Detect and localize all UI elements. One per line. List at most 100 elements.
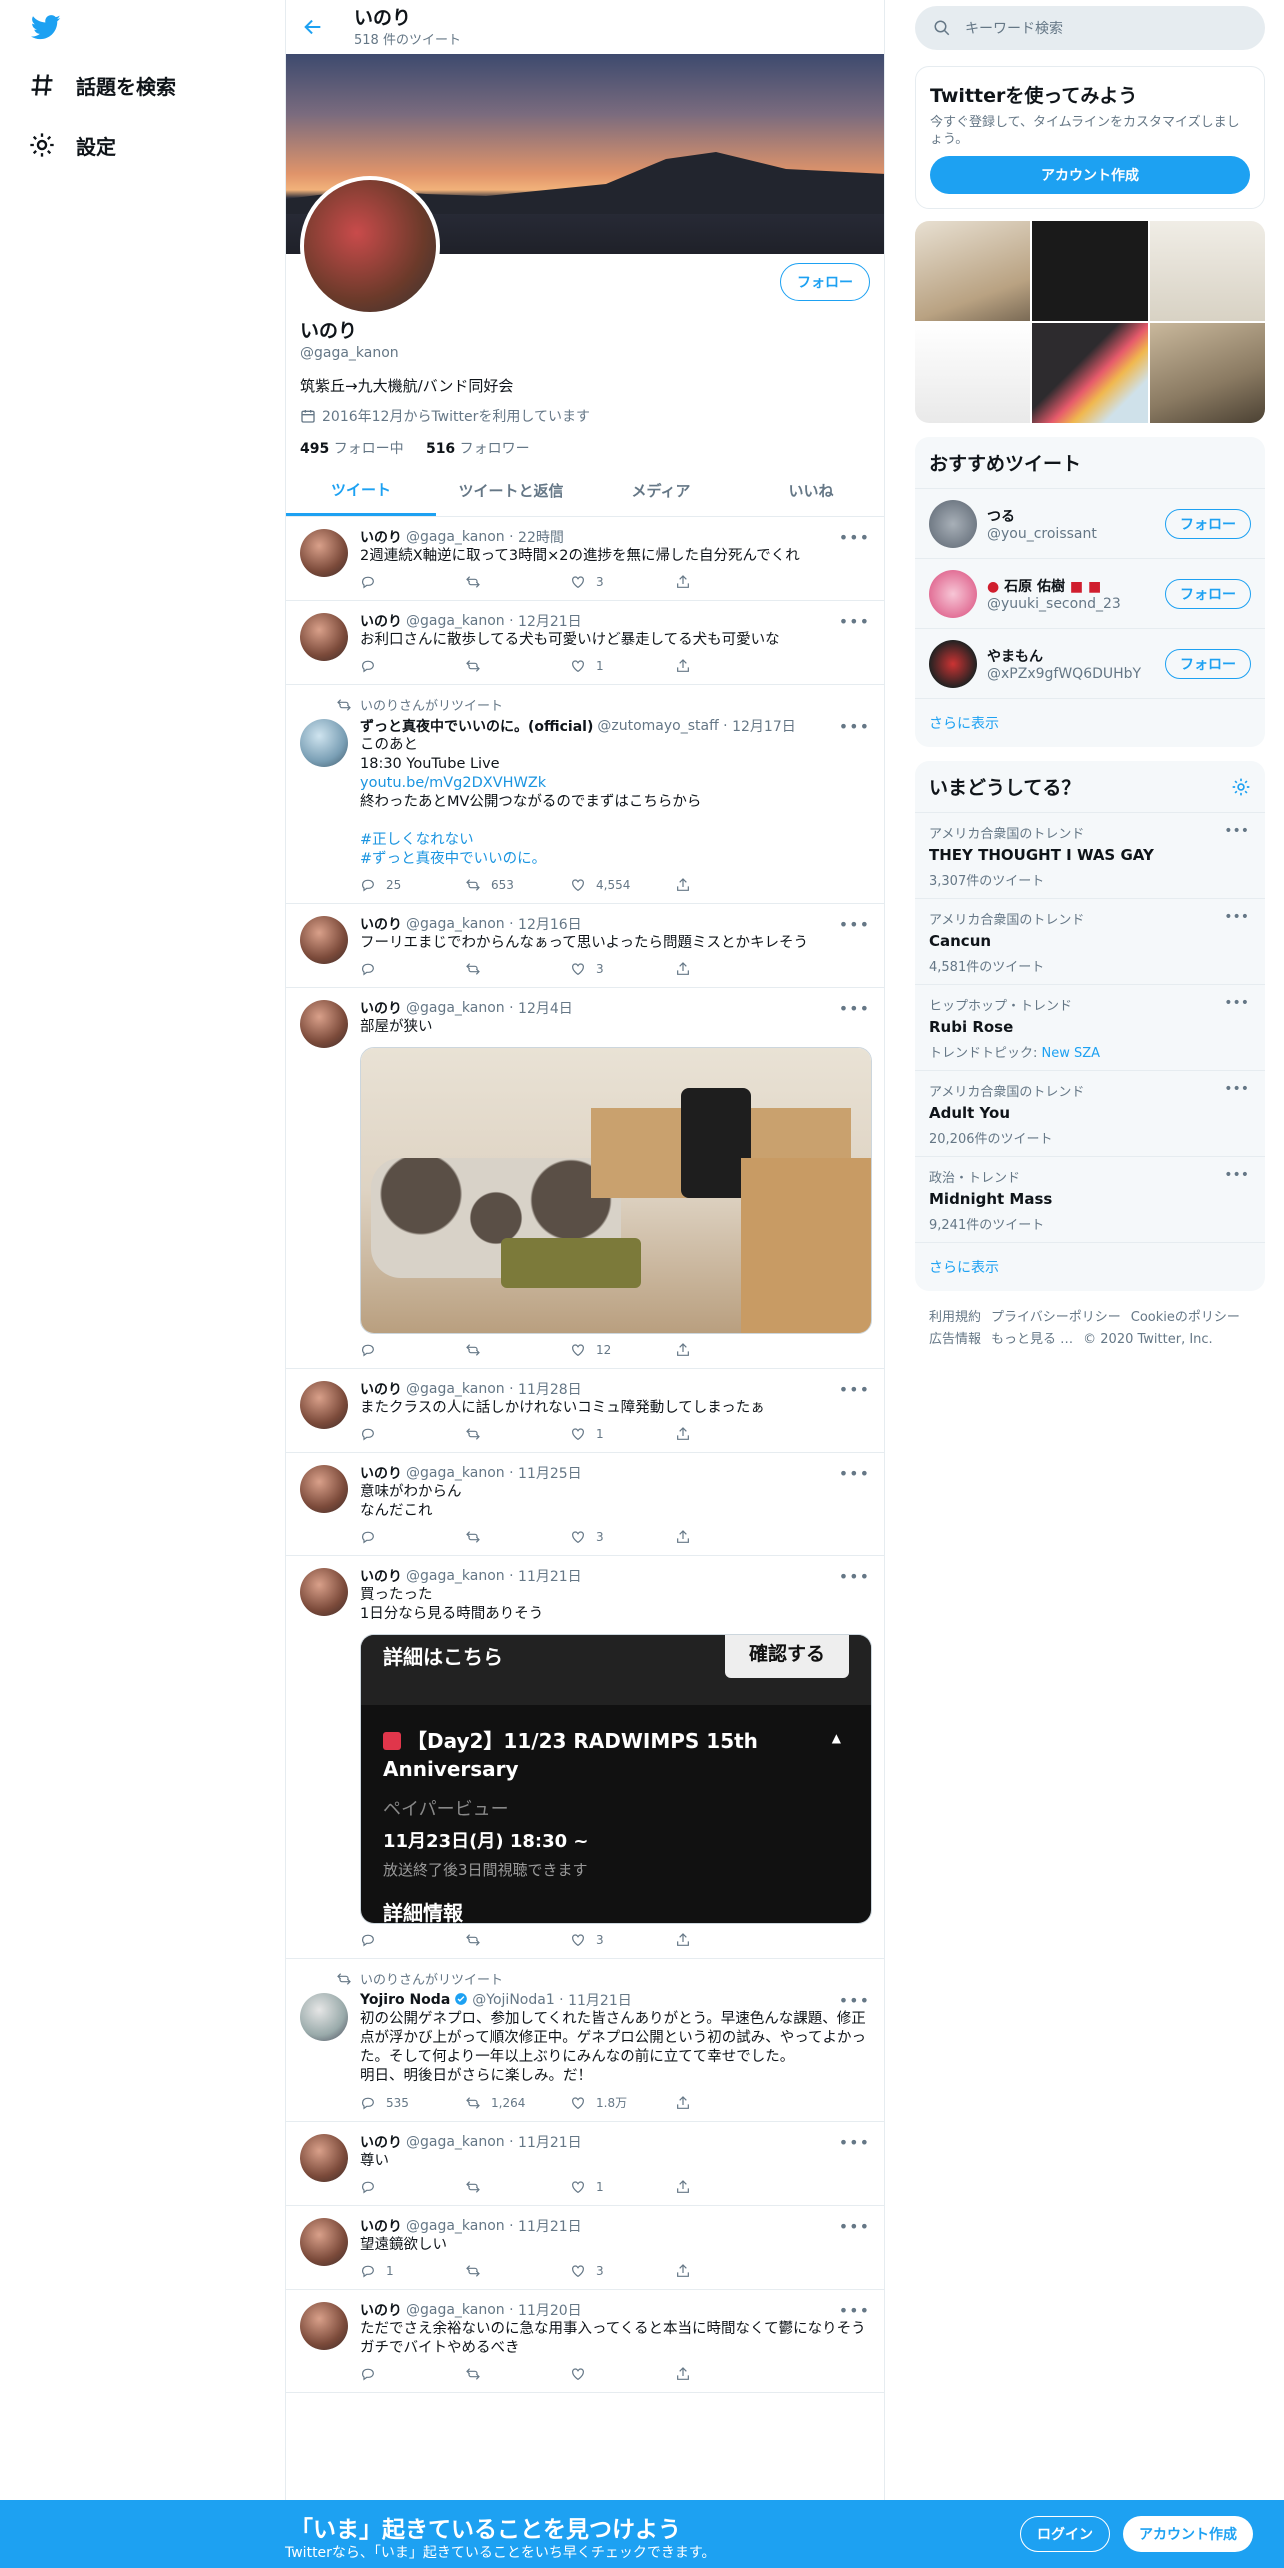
tweet-avatar[interactable] <box>300 2218 348 2266</box>
retweet-action[interactable] <box>465 574 570 590</box>
tweet-avatar[interactable] <box>300 529 348 577</box>
collapse-icon[interactable]: ▲ <box>832 1731 841 1745</box>
tweet-author-name[interactable]: いのり <box>360 1463 402 1483</box>
tweet[interactable]: いのり @gaga_kanon · 12月21日 ••• お利口さんに散歩してる犬も可… <box>286 601 884 685</box>
share-action[interactable] <box>675 1932 780 1948</box>
stream-details-link[interactable]: 詳細はこちら <box>383 1641 503 1670</box>
login-button[interactable]: ログイン <box>1020 2516 1110 2552</box>
more-options-icon[interactable]: ••• <box>839 612 870 631</box>
create-account-button[interactable]: アカウント作成 <box>930 156 1250 194</box>
tweet[interactable]: いのり @gaga_kanon · 11月21日 ••• 望遠鏡欲しい 1 3 <box>286 2206 884 2290</box>
share-action[interactable] <box>675 658 780 674</box>
more-options-icon[interactable]: ••• <box>839 717 870 736</box>
media-thumb-ticket[interactable] <box>1149 221 1265 321</box>
following-link[interactable]: 495 フォロー中 <box>300 441 404 457</box>
more-options-icon[interactable]: ••• <box>1224 909 1249 925</box>
trend-item[interactable]: ヒップホップ・トレンド Rubi Rose トレンドトピック: New SZA ••• <box>915 985 1265 1071</box>
stream-confirm-button[interactable]: 確認する <box>724 1635 849 1678</box>
reply-action[interactable] <box>360 1932 465 1948</box>
tweet-avatar[interactable] <box>300 2134 348 2182</box>
more-options-icon[interactable]: ••• <box>839 2133 870 2152</box>
retweet-action[interactable] <box>465 2366 570 2382</box>
like-action[interactable]: 3 <box>570 961 675 977</box>
tweet-avatar[interactable] <box>300 1568 348 1616</box>
tweet-avatar[interactable] <box>300 2302 348 2350</box>
like-action[interactable]: 4,554 <box>570 877 675 893</box>
suggestion-follow-button[interactable]: フォロー <box>1165 648 1251 679</box>
tweet-link[interactable]: youtu.be/mVg2DXVHWZk <box>360 775 546 791</box>
media-thumb-fabric[interactable] <box>1032 323 1148 423</box>
share-action[interactable] <box>675 2263 780 2279</box>
share-action[interactable] <box>675 877 780 893</box>
trend-item[interactable]: アメリカ合衆国のトレンド Cancun 4,581件のツイート ••• <box>915 899 1265 985</box>
tweet-author-name[interactable]: ずっと真夜中でいいのに。(official) <box>360 716 593 736</box>
stream-details[interactable]: 詳細情報 <box>383 1897 463 1923</box>
tweet-author-name[interactable]: いのり <box>360 1566 402 1586</box>
reply-action[interactable]: 1 <box>360 2263 465 2279</box>
tweet-time[interactable]: 12月17日 <box>732 716 796 736</box>
tweet-time[interactable]: 11月21日 <box>568 1990 632 2010</box>
tweet-avatar[interactable] <box>300 1381 348 1429</box>
like-action[interactable]: 3 <box>570 574 675 590</box>
stream-card-image[interactable]: 詳細はこちら 確認する 【Day2】11/23 RADWIMPS 15th Anni… <box>360 1634 872 1924</box>
tweet[interactable]: いのり @gaga_kanon · 12月4日 ••• 部屋が狭い 12 <box>286 988 884 1369</box>
tweet-author-name[interactable]: いのり <box>360 998 402 1018</box>
tweet[interactable]: いのり @gaga_kanon · 22時間 ••• 2週連続X軸逆に取って3時間×2… <box>286 517 884 601</box>
suggestion-item[interactable]: やまもん @xPZx9gfWQ6DUHbY フォロー <box>915 629 1265 699</box>
reply-action[interactable] <box>360 2179 465 2195</box>
followers-link[interactable]: 516 フォロワー <box>426 441 530 457</box>
more-options-icon[interactable]: ••• <box>839 2217 870 2236</box>
share-action[interactable] <box>675 1342 780 1358</box>
profile-avatar[interactable] <box>300 176 440 316</box>
reply-action[interactable] <box>360 574 465 590</box>
more-options-icon[interactable]: ••• <box>839 1464 870 1483</box>
more-options-icon[interactable]: ••• <box>1224 1081 1249 1097</box>
like-action[interactable]: 12 <box>570 1342 675 1358</box>
media-thumb-poster[interactable] <box>915 323 1031 423</box>
tweet-time[interactable]: 12月21日 <box>518 611 582 631</box>
tweet-author-name[interactable]: いのり <box>360 1379 402 1399</box>
trend-item[interactable]: アメリカ合衆国のトレンド THEY THOUGHT I WAS GAY 3,307件… <box>915 813 1265 899</box>
hashtag-link[interactable]: #正しくなれない <box>360 832 474 848</box>
share-action[interactable] <box>675 2179 780 2195</box>
reply-action[interactable] <box>360 1426 465 1442</box>
tweet-time[interactable]: 11月21日 <box>518 2132 582 2152</box>
retweet-action[interactable] <box>465 1426 570 1442</box>
tweet-time[interactable]: 22時間 <box>518 527 564 547</box>
retweet-action[interactable] <box>465 1932 570 1948</box>
more-options-icon[interactable]: ••• <box>839 1567 870 1586</box>
more-options-icon[interactable]: ••• <box>839 528 870 547</box>
footer-privacy[interactable]: プライバシーポリシー <box>991 1310 1121 1325</box>
tweet-author-name[interactable]: いのり <box>360 527 402 547</box>
tweet-time[interactable]: 11月28日 <box>518 1379 582 1399</box>
suggestion-item[interactable]: つる @you_croissant フォロー <box>915 489 1265 559</box>
tab-tweets[interactable]: ツイート <box>286 465 436 516</box>
retweet-action[interactable] <box>465 2179 570 2195</box>
nav-settings[interactable]: 設定 <box>28 125 116 165</box>
share-action[interactable] <box>675 1426 780 1442</box>
more-options-icon[interactable]: ••• <box>1224 995 1249 1011</box>
more-options-icon[interactable]: ••• <box>1224 1167 1249 1183</box>
tweet-time[interactable]: 11月21日 <box>518 2216 582 2236</box>
tweet-avatar[interactable] <box>300 916 348 964</box>
retweet-action[interactable] <box>465 961 570 977</box>
footer-ads[interactable]: 広告情報 <box>929 1332 981 1347</box>
tweet[interactable]: いのり @gaga_kanon · 12月16日 ••• フーリエまじでわからんなぁっ… <box>286 904 884 988</box>
media-thumb-telescope[interactable] <box>1149 323 1265 423</box>
like-action[interactable]: 3 <box>570 1932 675 1948</box>
search-box[interactable]: キーワード検索 <box>915 6 1265 50</box>
tweet[interactable]: いのり @gaga_kanon · 11月28日 ••• またクラスの人に話しかけれな… <box>286 1369 884 1453</box>
reply-action[interactable] <box>360 961 465 977</box>
more-options-icon[interactable]: ••• <box>839 2301 870 2320</box>
trend-item[interactable]: アメリカ合衆国のトレンド Adult You 20,206件のツイート ••• <box>915 1071 1265 1157</box>
tweet-author-name[interactable]: いのり <box>360 611 402 631</box>
like-action[interactable]: 3 <box>570 2263 675 2279</box>
tab-media[interactable]: メディア <box>586 465 736 516</box>
share-action[interactable] <box>675 961 780 977</box>
tweet[interactable]: いのりさんがリツイート Yojiro Noda @YojiNoda1 · 11月21… <box>286 1959 884 2122</box>
signup-button[interactable]: アカウント作成 <box>1123 2516 1253 2552</box>
tweet[interactable]: いのり @gaga_kanon · 11月21日 ••• 買ったった 1日分なら見る時… <box>286 1556 884 1959</box>
back-arrow-icon[interactable] <box>302 16 324 38</box>
more-options-icon[interactable]: ••• <box>839 1991 870 2010</box>
like-action[interactable] <box>570 2366 675 2382</box>
